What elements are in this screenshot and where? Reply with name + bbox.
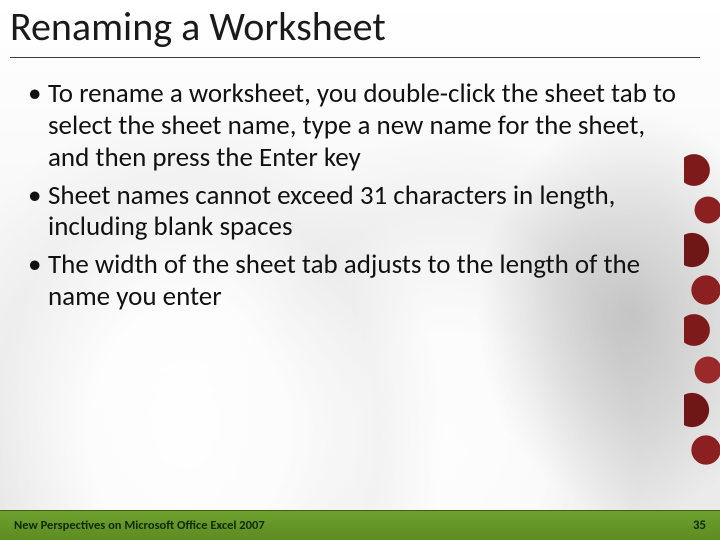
title-underline <box>10 57 700 58</box>
slide-title: Renaming a Worksheet <box>10 2 700 55</box>
accent-flower-strip <box>684 130 720 490</box>
bullet-item: Sheet names cannot exceed 31 characters … <box>24 180 680 244</box>
bullet-list: To rename a worksheet, you double-click … <box>24 78 680 313</box>
title-area: Renaming a Worksheet <box>10 2 700 58</box>
bullet-item: To rename a worksheet, you double-click … <box>24 78 680 174</box>
page-number: 35 <box>693 518 706 533</box>
footer-bar: New Perspectives on Microsoft Office Exc… <box>0 510 720 540</box>
bullet-item: The width of the sheet tab adjusts to th… <box>24 249 680 313</box>
slide-presentation: Renaming a Worksheet To rename a workshe… <box>0 0 720 540</box>
content-area: To rename a worksheet, you double-click … <box>24 78 680 319</box>
footer-source: New Perspectives on Microsoft Office Exc… <box>14 518 265 533</box>
flower-petals <box>684 130 720 490</box>
